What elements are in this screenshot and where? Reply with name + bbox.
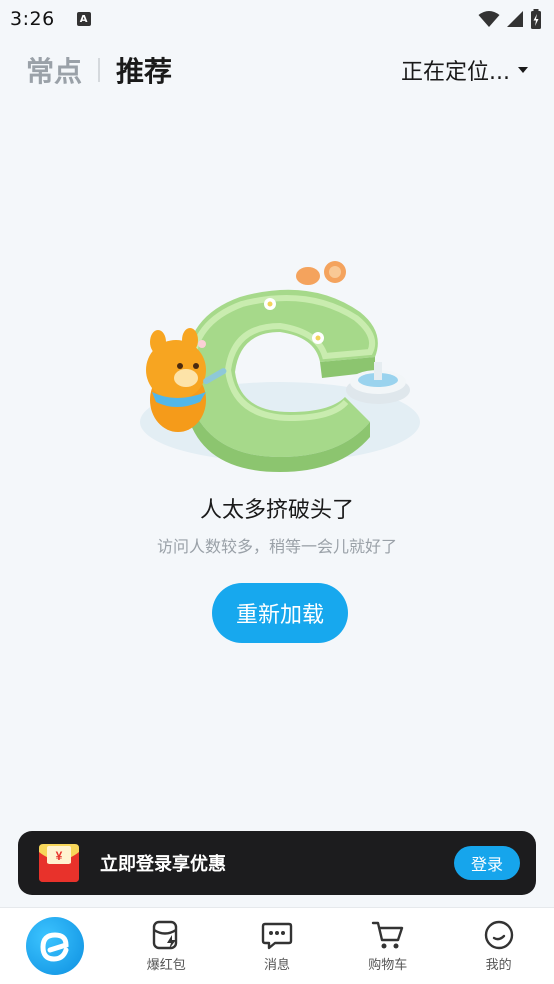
- squirrel: [296, 261, 346, 285]
- reload-button[interactable]: 重新加载: [212, 583, 348, 643]
- login-banner[interactable]: ¥ 立即登录享优惠 登录: [18, 831, 536, 895]
- home-logo-icon: [26, 917, 85, 975]
- nav-item-cart[interactable]: 购物车: [332, 908, 443, 984]
- nav-item-red-packet[interactable]: 爆红包: [111, 908, 222, 984]
- login-button[interactable]: 登录: [454, 846, 520, 880]
- status-bar: 3:26 A: [0, 0, 554, 38]
- tab-frequent[interactable]: 常点: [26, 50, 82, 90]
- profile-icon: [484, 920, 513, 950]
- nav-label-red-packet: 爆红包: [146, 958, 186, 973]
- caret-down-icon: [518, 67, 528, 73]
- nav-label-cart: 购物车: [368, 958, 408, 973]
- cart-icon: [371, 921, 403, 949]
- tab-divider: [98, 58, 101, 82]
- notification-a-icon: A: [76, 12, 91, 26]
- crowded-illustration: [140, 261, 420, 472]
- top-nav: 常点 推荐 正在定位...: [0, 44, 554, 96]
- status-icons: [478, 9, 542, 29]
- battery-icon: [531, 9, 541, 29]
- wifi-icon: [478, 11, 500, 27]
- location-text: 正在定位...: [401, 60, 510, 85]
- nav-item-profile[interactable]: 我的: [443, 908, 554, 984]
- red-packet-icon: [152, 920, 178, 950]
- status-time: 3:26: [10, 8, 55, 30]
- nav-item-messages[interactable]: 消息: [222, 908, 333, 984]
- red-envelope-icon: ¥: [39, 844, 79, 882]
- nav-item-home[interactable]: [0, 908, 111, 984]
- location-selector[interactable]: 正在定位...: [401, 54, 528, 86]
- hedge-e-shape: [185, 289, 378, 472]
- login-banner-text: 立即登录享优惠: [100, 854, 226, 875]
- error-title: 人太多挤破头了: [199, 498, 354, 523]
- nav-label-profile: 我的: [485, 958, 512, 973]
- bottom-nav: 爆红包 消息 购物车 我的: [0, 907, 554, 984]
- coupon-symbol: ¥: [56, 849, 63, 863]
- error-subtitle: 访问人数较多，稍等一会儿就好了: [156, 537, 397, 556]
- nav-label-messages: 消息: [263, 958, 290, 973]
- cell-signal-icon: [507, 11, 523, 27]
- message-icon: [261, 922, 293, 950]
- tab-recommend[interactable]: 推荐: [116, 50, 172, 90]
